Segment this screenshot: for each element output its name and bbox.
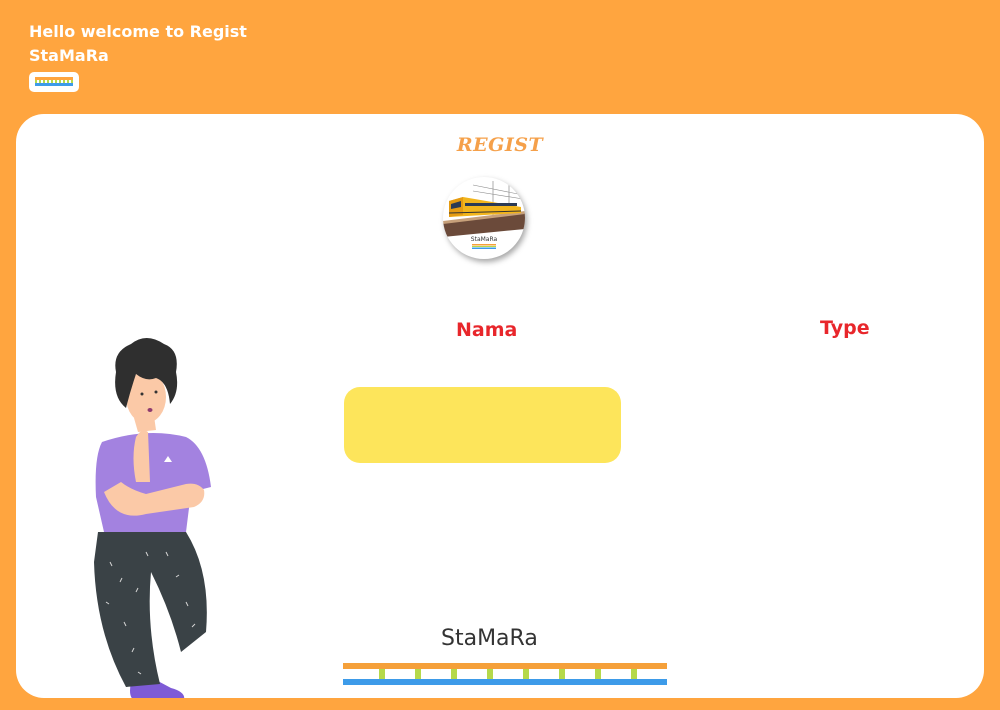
rail-track-icon — [343, 663, 667, 685]
train-station-logo-icon: StaMaRa — [443, 177, 525, 259]
nama-label: Nama — [456, 319, 518, 341]
welcome-text: Hello welcome to Regist — [29, 22, 247, 41]
page-title: REGIST — [456, 134, 544, 156]
footer-brand: StaMaRa — [441, 626, 538, 651]
circle-logo-text: StaMaRa — [471, 236, 498, 243]
type-label: Type — [820, 317, 870, 339]
stamara-rail-logo-icon[interactable] — [29, 72, 79, 92]
thinking-person-illustration — [94, 338, 211, 698]
app-name: StaMaRa — [29, 46, 109, 65]
nama-input[interactable] — [344, 387, 621, 463]
regist-card: REGIST StaMaRa Nama Type StaMaRa — [16, 114, 984, 698]
header: Hello welcome to Regist StaMaRa — [29, 20, 247, 92]
